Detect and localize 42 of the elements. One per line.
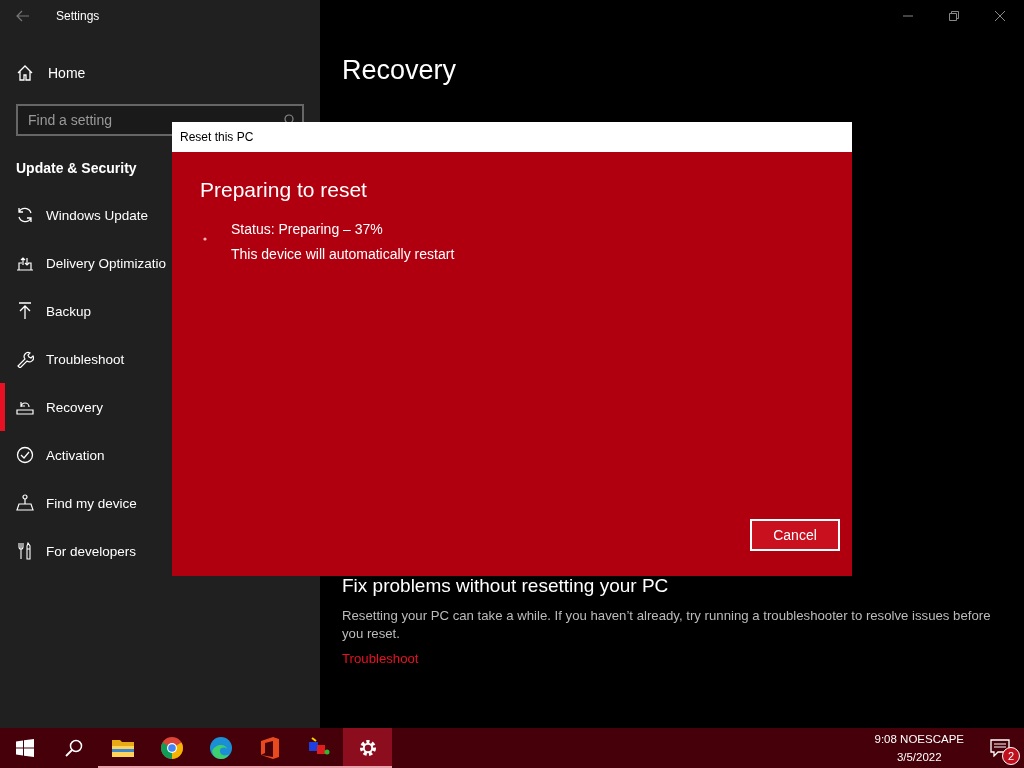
nav-item[interactable]: Activation — [0, 431, 320, 479]
office-icon — [258, 736, 281, 760]
sync-icon — [16, 206, 34, 224]
nav-item[interactable]: Troubleshoot — [0, 335, 320, 383]
edge-icon — [208, 736, 233, 760]
window-title: Settings — [56, 9, 100, 23]
check-circle-icon — [16, 446, 34, 464]
clock[interactable]: 9:08 NOESCAPE 3/5/2022 — [862, 728, 976, 768]
spinner-icon — [203, 237, 207, 241]
close-icon[interactable] — [994, 10, 1006, 22]
windows-logo-icon — [15, 739, 34, 757]
notification-badge: 2 — [1002, 747, 1020, 765]
person-pin-icon — [16, 494, 34, 512]
troubleshoot-link[interactable]: Troubleshoot — [342, 651, 419, 666]
page-title: Recovery — [342, 54, 457, 87]
clock-date: 3/5/2022 — [896, 750, 942, 765]
back-arrow-icon[interactable] — [16, 10, 30, 22]
home-link[interactable]: Home — [0, 56, 86, 90]
gear-icon — [357, 738, 378, 758]
restore-icon[interactable] — [948, 10, 960, 22]
chrome-icon — [159, 736, 184, 760]
section-heading: Fix problems without resetting your PC — [342, 574, 669, 598]
dialog-heading: Preparing to reset — [200, 177, 367, 203]
taskbar-button[interactable] — [343, 728, 392, 768]
nav-item[interactable]: Recovery — [0, 383, 320, 431]
cancel-button[interactable]: Cancel — [750, 519, 840, 551]
dialog-title: Reset this PC — [172, 122, 852, 152]
nav-item[interactable]: Backup — [0, 287, 320, 335]
search-icon — [64, 739, 83, 757]
status-text: Status: Preparing – 37% — [231, 220, 383, 238]
clock-time: 9:08 NOESCAPE — [874, 732, 964, 747]
folder-icon — [110, 738, 135, 758]
home-icon — [16, 64, 34, 82]
nav-item[interactable]: For developers — [0, 527, 320, 575]
wrench-icon — [16, 350, 34, 368]
nav-item[interactable]: Find my device — [0, 479, 320, 527]
restart-note: This device will automatically restart — [231, 245, 455, 263]
upload-arrow-icon — [16, 302, 34, 320]
tools-icon — [16, 542, 34, 560]
description-text: Resetting your PC can take a while. If you haven’t already, try running a troubleshooter to resolve issues before you reset. — [342, 607, 992, 643]
notification-icon[interactable] — [990, 739, 1010, 757]
section-heading: Update & Security — [15, 159, 137, 178]
